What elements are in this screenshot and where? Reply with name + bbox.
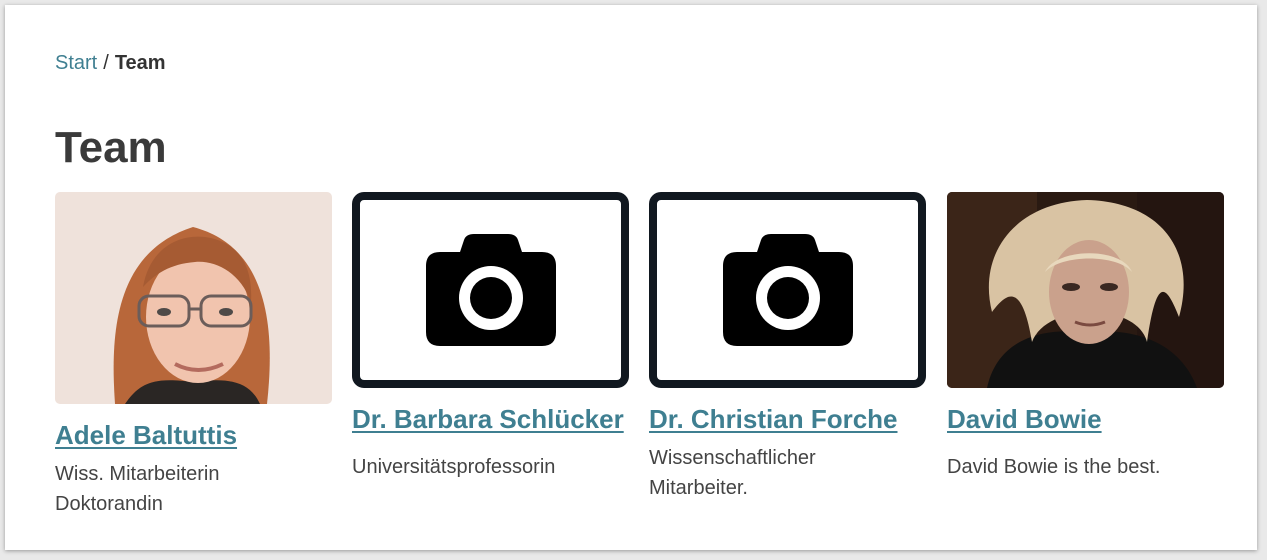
member-description-line-1: Universitätsprofessorin xyxy=(352,456,556,478)
page-frame: Start / Team Team Adele Baltuttis Wiss. Mi… xyxy=(5,5,1257,550)
breadcrumb-separator: / xyxy=(103,52,109,74)
member-description-line-1: David Bowie is the best. xyxy=(947,456,1161,478)
camera-icon xyxy=(425,234,556,346)
breadcrumb-current: Team xyxy=(114,52,166,74)
member-description: Wiss. Mitarbeiterin Doktorandin xyxy=(55,459,332,519)
camera-icon xyxy=(722,234,853,346)
member-name-link[interactable]: David Bowie xyxy=(947,404,1224,435)
member-description: Wissenschaftlicher Mitarbeiter. xyxy=(649,443,926,503)
team-card-david-bowie: David Bowie David Bowie is the best. xyxy=(947,192,1224,482)
page-title: Team xyxy=(55,123,167,172)
breadcrumb: Start / Team xyxy=(55,52,166,75)
member-description-line-1: Wissenschaftlicher xyxy=(649,447,816,469)
member-description-line-1: Wiss. Mitarbeiterin xyxy=(55,463,220,485)
member-description-line-2: Doktorandin xyxy=(55,493,163,515)
member-description-line-2: Mitarbeiter. xyxy=(649,477,748,499)
breadcrumb-home-link[interactable]: Start xyxy=(55,52,97,74)
member-description: Universitätsprofessorin xyxy=(352,452,629,482)
team-card-adele-baltuttis: Adele Baltuttis Wiss. Mitarbeiterin Dokt… xyxy=(55,192,332,519)
portrait-photo[interactable] xyxy=(55,192,332,404)
portrait-photo-graphic xyxy=(947,192,1224,388)
member-name-link[interactable]: Adele Baltuttis xyxy=(55,420,332,451)
team-card-christian-forche: Dr. Christian Forche Wissenschaftlicher … xyxy=(649,192,926,503)
member-name-link[interactable]: Dr. Christian Forche xyxy=(649,404,926,435)
team-card-barbara-schluecker: Dr. Barbara Schlücker Universitätsprofes… xyxy=(352,192,629,482)
portrait-photo[interactable] xyxy=(947,192,1224,388)
photo-placeholder[interactable] xyxy=(649,192,926,388)
member-description: David Bowie is the best. xyxy=(947,452,1224,482)
photo-placeholder[interactable] xyxy=(352,192,629,388)
member-name-link[interactable]: Dr. Barbara Schlücker xyxy=(352,404,629,435)
portrait-photo-graphic xyxy=(55,192,332,404)
